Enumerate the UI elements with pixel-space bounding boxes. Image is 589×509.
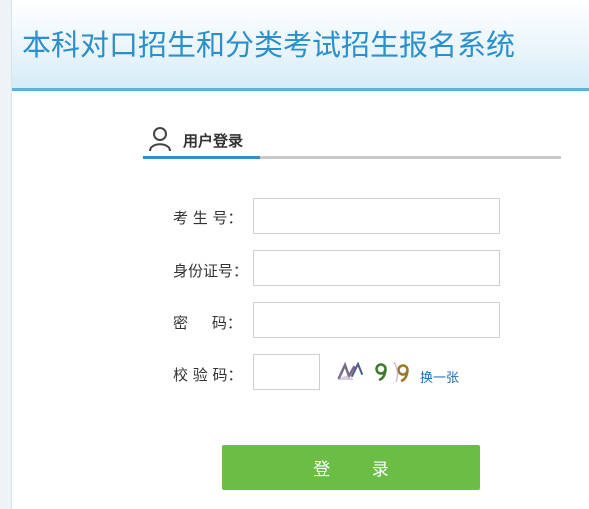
user-icon [149, 127, 171, 152]
password-label: 密 码： [173, 314, 242, 332]
login-page: 本科对口招生和分类考试招生报名系统 用户登录 考 生 号： 身份证号： 密 码：… [0, 0, 589, 509]
captcha-label: 校 验 码： [173, 366, 243, 384]
refresh-captcha-link[interactable]: 换一张 [420, 367, 459, 386]
captcha-input[interactable] [253, 354, 320, 390]
login-heading-label: 用户登录 [183, 132, 244, 150]
password-input[interactable] [253, 302, 500, 338]
login-heading: 用户登录 [143, 124, 561, 160]
login-button[interactable]: 登 录 [222, 445, 480, 490]
id-card-input[interactable] [253, 250, 500, 286]
page-title: 本科对口招生和分类考试招生报名系统 [22, 28, 516, 62]
heading-active-indicator [143, 156, 260, 159]
id-card-label: 身份证号： [173, 262, 249, 280]
exam-no-input[interactable] [253, 198, 500, 234]
left-edge-strip [0, 0, 12, 509]
header-banner: 本科对口招生和分类考试招生报名系统 [12, 0, 589, 91]
captcha-image[interactable] [336, 358, 414, 384]
exam-no-label: 考 生 号： [173, 209, 243, 227]
